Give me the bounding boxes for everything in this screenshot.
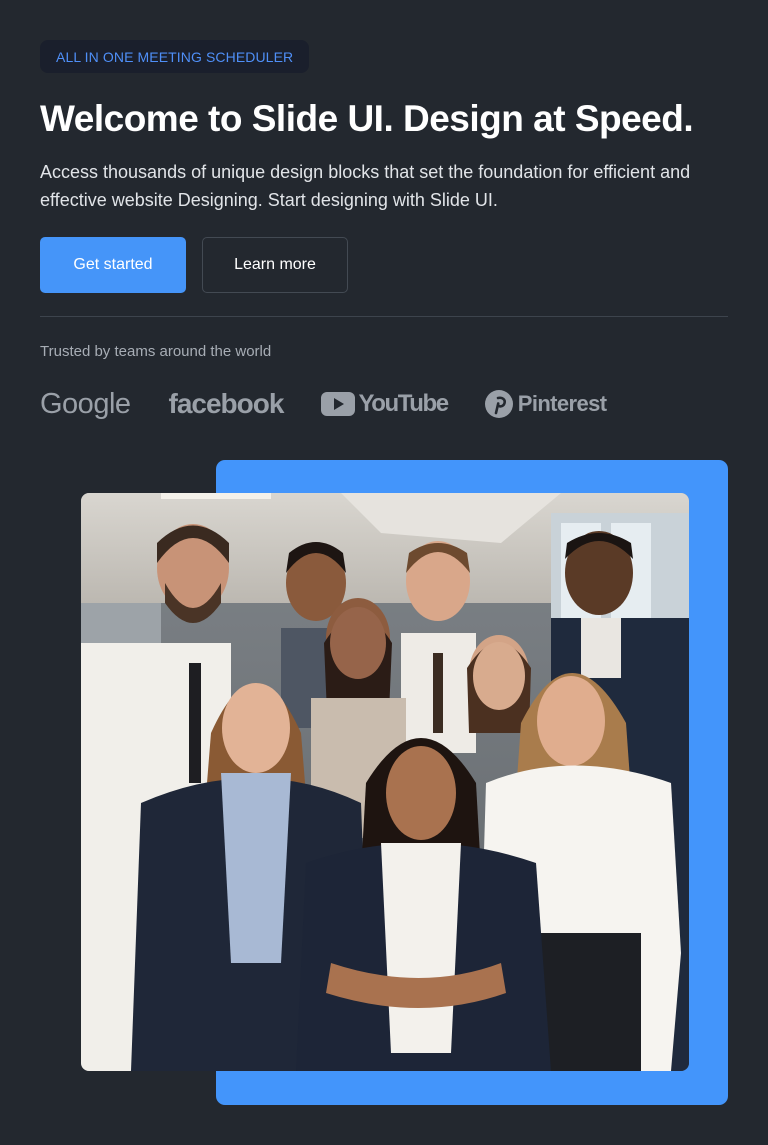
- hero-badge: ALL IN ONE MEETING SCHEDULER: [40, 40, 310, 73]
- youtube-play-icon: [321, 392, 356, 416]
- youtube-logo-text: YouTube: [358, 390, 449, 417]
- pinterest-p-icon: [484, 390, 513, 418]
- get-started-button[interactable]: Get started: [40, 237, 186, 293]
- hero-subtitle: Access thousands of unique design blocks…: [40, 162, 691, 210]
- google-logo: Google: [40, 388, 131, 421]
- google-logo-text: Google: [40, 387, 131, 420]
- trusted-by-label: Trusted by teams around the world: [40, 343, 272, 360]
- facebook-logo: facebook: [168, 388, 285, 420]
- pinterest-logo: Pinterest: [484, 390, 607, 418]
- youtube-logo: YouTube: [321, 390, 449, 418]
- facebook-logo-text: facebook: [168, 388, 285, 419]
- pinterest-logo-text: Pinterest: [517, 391, 607, 416]
- learn-more-button[interactable]: Learn more: [202, 237, 348, 293]
- hero-title: Welcome to Slide UI. Design at Speed.: [40, 98, 694, 139]
- section-divider: [40, 316, 728, 317]
- partner-logos: Google facebook YouTube Pinterest: [40, 384, 607, 424]
- team-photo: [81, 493, 689, 1071]
